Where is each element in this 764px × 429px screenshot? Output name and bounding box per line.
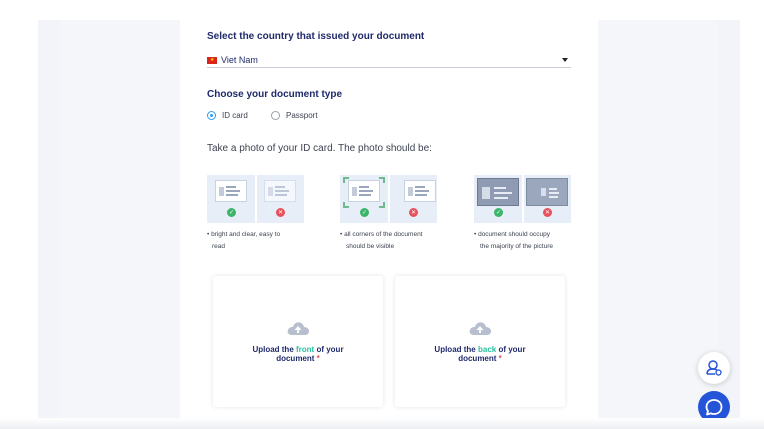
- radio-button-id-card[interactable]: [207, 111, 216, 120]
- requirement-caption-size: • document should occupy the majority of…: [474, 231, 553, 250]
- user-support-icon: [706, 360, 722, 376]
- country-select[interactable]: Viet Nam: [207, 53, 571, 68]
- upload-front-button[interactable]: Upload the front of your document *: [213, 276, 383, 407]
- document-illustration-good: [477, 178, 519, 206]
- example-divider: [522, 175, 524, 223]
- cross-icon: ✕: [543, 208, 552, 217]
- page-background-gutter-left: [60, 20, 180, 429]
- cloud-upload-icon: [287, 322, 309, 335]
- profile-help-button[interactable]: [698, 352, 730, 384]
- radio-label-passport: Passport: [286, 111, 318, 120]
- radio-option-id-card[interactable]: ID card: [207, 111, 248, 120]
- upload-back-label: Upload the back of your document *: [434, 345, 526, 363]
- page-background-left: [38, 20, 60, 429]
- check-icon: ✓: [494, 208, 503, 217]
- requirement-caption-corners: • all corners of the document should be …: [340, 231, 423, 250]
- check-icon: ✓: [227, 208, 236, 217]
- document-illustration-bad: [526, 178, 568, 206]
- upload-front-label: Upload the front of your document *: [252, 345, 344, 363]
- corner-marker-icon: [343, 202, 349, 208]
- country-select-value: Viet Nam: [221, 55, 258, 65]
- radio-option-passport[interactable]: Passport: [271, 111, 318, 120]
- document-illustration-good: [348, 180, 380, 202]
- photo-instruction: Take a photo of your ID card. The photo …: [207, 143, 432, 154]
- cloud-upload-icon: [469, 322, 491, 335]
- vietnam-flag-icon: [207, 56, 217, 64]
- bottom-fade: [0, 418, 764, 429]
- cross-icon: ✕: [276, 208, 285, 217]
- requirement-caption-clear: • bright and clear, easy to read: [207, 231, 281, 250]
- document-illustration-good: [215, 180, 247, 202]
- document-illustration-bad: [264, 180, 296, 202]
- country-heading: Select the country that issued your docu…: [207, 31, 425, 42]
- document-illustration-cropped: [404, 180, 436, 202]
- chevron-down-icon: [562, 58, 568, 62]
- cross-icon: ✕: [409, 208, 418, 217]
- check-icon: ✓: [360, 208, 369, 217]
- example-divider: [255, 175, 257, 223]
- corner-marker-icon: [379, 177, 385, 183]
- corner-marker-icon: [379, 202, 385, 208]
- document-type-heading: Choose your document type: [207, 89, 343, 100]
- corner-marker-icon: [343, 177, 349, 183]
- upload-back-button[interactable]: Upload the back of your document *: [395, 276, 565, 407]
- radio-button-passport[interactable]: [271, 111, 280, 120]
- example-divider: [388, 175, 390, 223]
- radio-label-id-card: ID card: [222, 111, 248, 120]
